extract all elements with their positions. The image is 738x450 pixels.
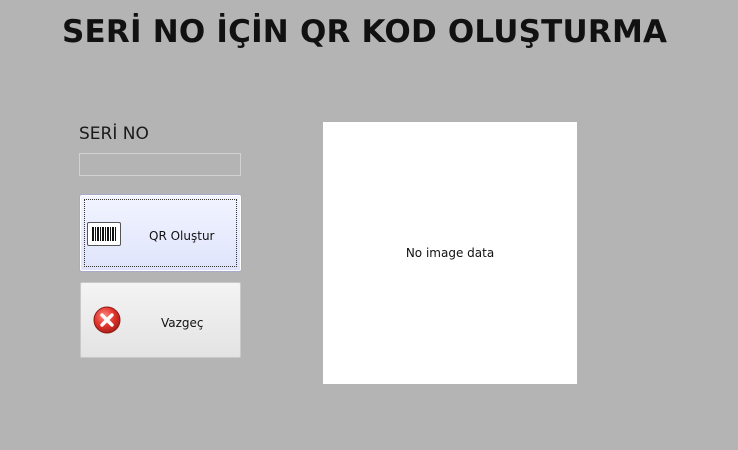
cancel-icon <box>93 306 121 334</box>
qr-image-placeholder-text: No image data <box>405 246 495 260</box>
serial-number-input[interactable] <box>79 153 241 176</box>
generate-qr-button-label: QR Oluştur <box>149 229 215 243</box>
cancel-button-label: Vazgeç <box>161 316 204 330</box>
barcode-icon <box>87 222 121 246</box>
serial-number-label: SERİ NO <box>79 124 149 144</box>
generate-qr-button[interactable]: QR Oluştur <box>80 195 241 271</box>
cancel-button[interactable]: Vazgeç <box>80 282 241 358</box>
qr-image-preview: No image data <box>323 122 577 384</box>
page-title: SERİ NO İÇİN QR KOD OLUŞTURMA <box>62 14 668 50</box>
